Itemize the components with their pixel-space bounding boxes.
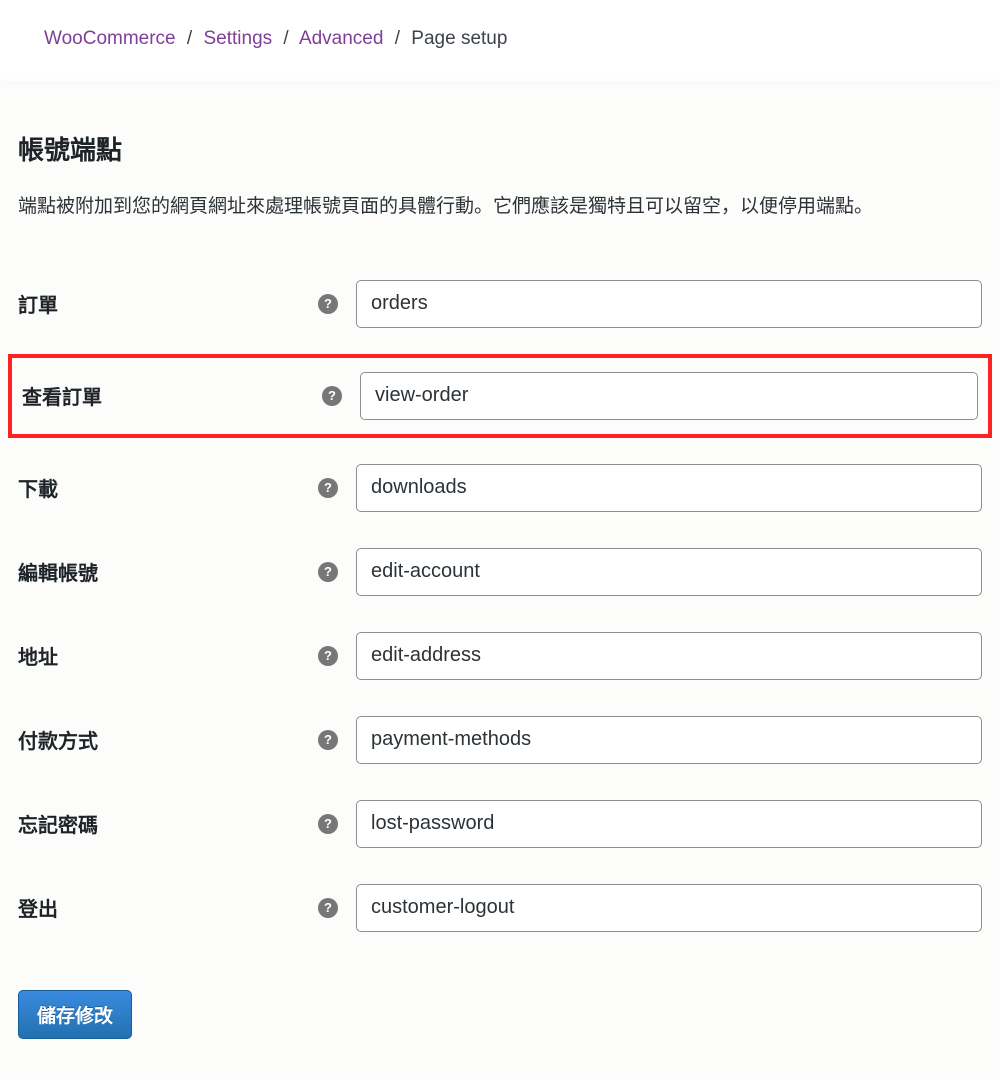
- breadcrumb-separator: /: [395, 28, 400, 49]
- field-label: 忘記密碼: [18, 809, 318, 838]
- field-label: 地址: [18, 641, 318, 670]
- field-row-edit-account: 編輯帳號 ?: [18, 530, 982, 614]
- field-row-orders: 訂單 ?: [18, 262, 982, 346]
- breadcrumb-current: Page setup: [411, 28, 507, 49]
- breadcrumb-woocommerce[interactable]: WooCommerce: [44, 28, 176, 49]
- help-icon[interactable]: ?: [318, 730, 338, 750]
- field-label: 查看訂單: [22, 381, 322, 410]
- customer-logout-input[interactable]: [356, 884, 982, 932]
- edit-address-input[interactable]: [356, 632, 982, 680]
- breadcrumb: WooCommerce / Settings / Advanced / Page…: [0, 0, 1000, 84]
- payment-methods-input[interactable]: [356, 716, 982, 764]
- settings-panel: 帳號端點 端點被附加到您的網頁網址來處理帳號頁面的具體行動。它們應該是獨特且可以…: [0, 84, 1000, 1079]
- breadcrumb-separator: /: [283, 28, 288, 49]
- breadcrumb-advanced[interactable]: Advanced: [299, 28, 384, 49]
- help-icon[interactable]: ?: [318, 814, 338, 834]
- save-button[interactable]: 儲存修改: [18, 990, 132, 1039]
- field-label: 付款方式: [18, 725, 318, 754]
- breadcrumb-separator: /: [187, 28, 192, 49]
- section-title: 帳號端點: [18, 130, 982, 167]
- field-label: 下載: [18, 473, 318, 502]
- field-label: 訂單: [18, 289, 318, 318]
- edit-account-input[interactable]: [356, 548, 982, 596]
- help-icon[interactable]: ?: [318, 898, 338, 918]
- field-label: 編輯帳號: [18, 557, 318, 586]
- field-row-lost-password: 忘記密碼 ?: [18, 782, 982, 866]
- breadcrumb-settings[interactable]: Settings: [203, 28, 272, 49]
- field-row-edit-address: 地址 ?: [18, 614, 982, 698]
- field-row-payment-methods: 付款方式 ?: [18, 698, 982, 782]
- field-label: 登出: [18, 893, 318, 922]
- orders-input[interactable]: [356, 280, 982, 328]
- view-order-input[interactable]: [360, 372, 978, 420]
- downloads-input[interactable]: [356, 464, 982, 512]
- help-icon[interactable]: ?: [318, 294, 338, 314]
- help-icon[interactable]: ?: [318, 562, 338, 582]
- help-icon[interactable]: ?: [318, 646, 338, 666]
- field-row-customer-logout: 登出 ?: [18, 866, 982, 950]
- field-row-downloads: 下載 ?: [18, 446, 982, 530]
- field-row-view-order: 查看訂單 ?: [8, 354, 992, 438]
- help-icon[interactable]: ?: [322, 386, 342, 406]
- lost-password-input[interactable]: [356, 800, 982, 848]
- section-description: 端點被附加到您的網頁網址來處理帳號頁面的具體行動。它們應該是獨特且可以留空，以便…: [18, 193, 982, 222]
- help-icon[interactable]: ?: [318, 478, 338, 498]
